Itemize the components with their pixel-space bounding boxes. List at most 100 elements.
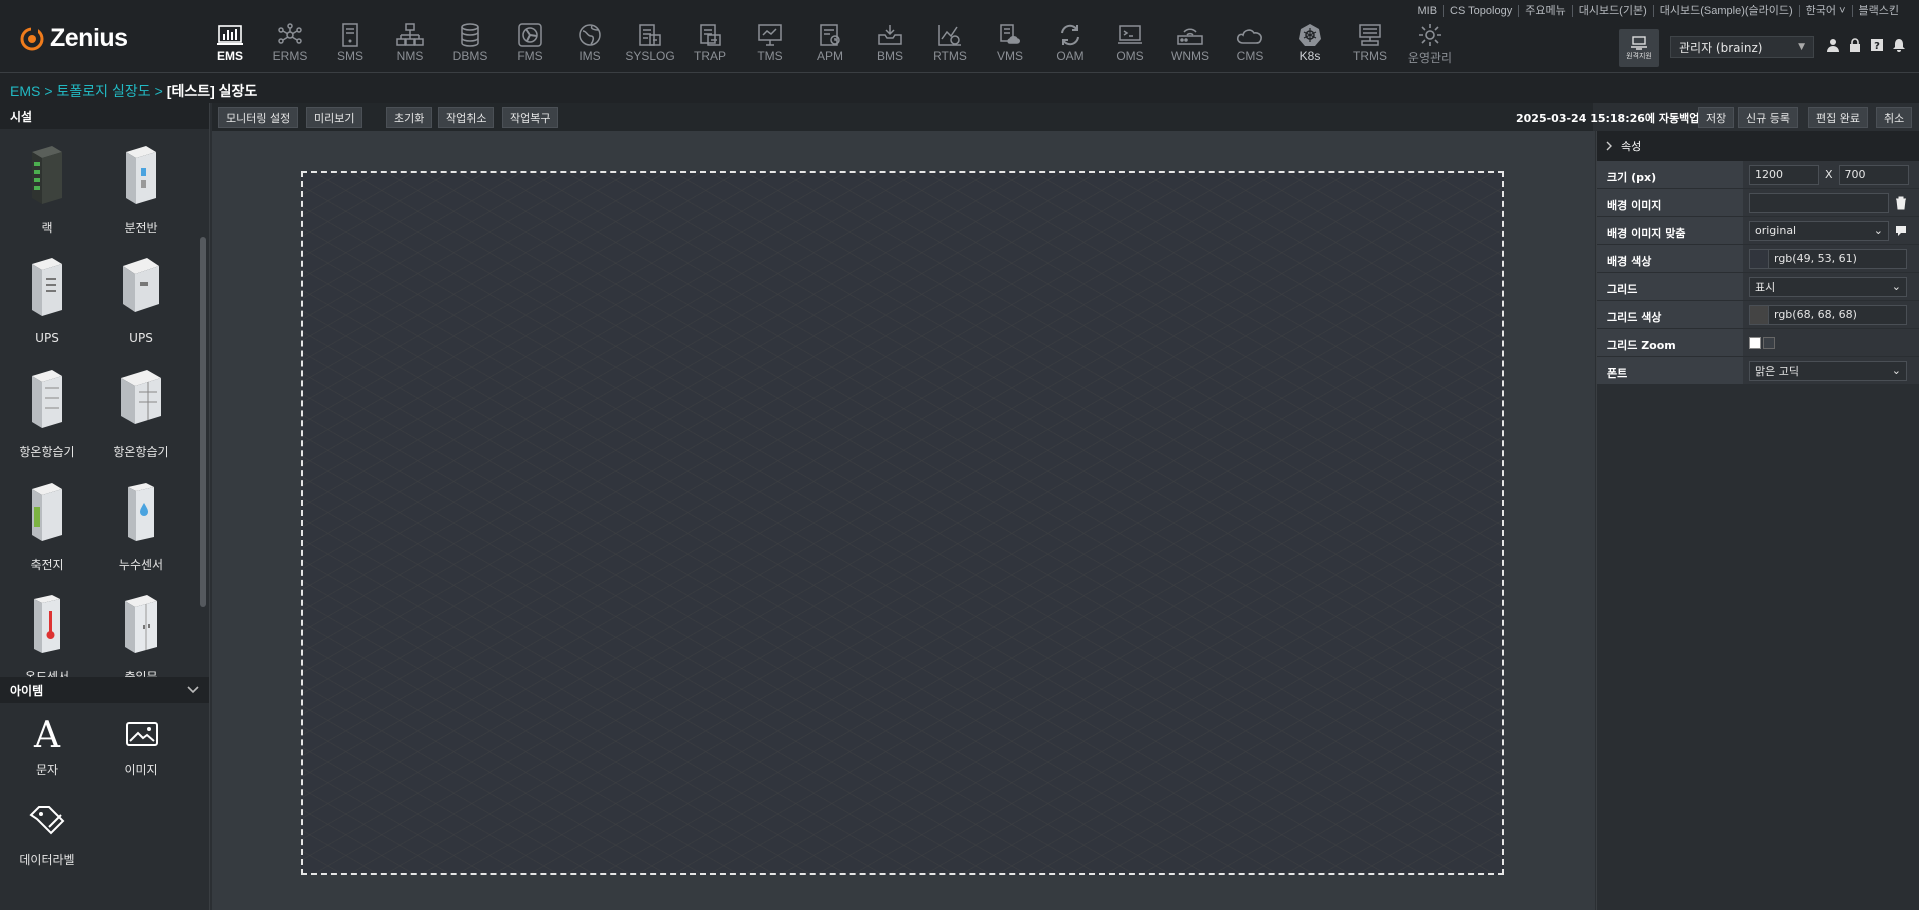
facility-ups-1[interactable]: UPS — [0, 251, 94, 361]
menu-apm[interactable]: APM — [800, 22, 860, 70]
bell-icon[interactable] — [1892, 38, 1906, 52]
editor-toolbar: 모니터링 설정 미리보기 초기화 작업취소 작업복구 2025-03-24 15… — [212, 103, 1709, 131]
grid-color-swatch[interactable] — [1749, 304, 1769, 325]
skin-select[interactable]: 블랙스킨 — [1853, 5, 1905, 17]
menu-erms[interactable]: ERMS — [260, 22, 320, 70]
font-select[interactable]: 맑은 고딕 ⌄ — [1749, 360, 1907, 381]
fan-icon — [516, 22, 544, 48]
menu-dbms[interactable]: DBMS — [440, 22, 500, 70]
user-icon[interactable] — [1826, 38, 1840, 52]
monitor-icon — [756, 22, 784, 48]
grid-select[interactable]: 표시 ⌄ — [1749, 276, 1907, 297]
menu-bms[interactable]: BMS — [860, 22, 920, 70]
page-title: [테스트] 실장도 — [166, 83, 258, 99]
width-input[interactable]: 1200 — [1749, 164, 1819, 185]
database-icon — [456, 22, 484, 48]
new-register-button[interactable]: 신규 등록 — [1738, 107, 1798, 128]
menu-sms[interactable]: SMS — [320, 22, 380, 70]
edit-done-button[interactable]: 편집 완료 — [1808, 107, 1868, 128]
menu-ims[interactable]: IMS — [560, 22, 620, 70]
menu-wnms[interactable]: WNMS — [1160, 22, 1220, 70]
height-input[interactable]: 700 — [1838, 164, 1909, 185]
zenius-logo[interactable]: Zenius — [20, 24, 128, 53]
prop-label: 배경 이미지 맞춤 — [1597, 217, 1743, 244]
remote-support-button[interactable]: 원격지원 — [1619, 29, 1659, 67]
menu-trms[interactable]: TRMS — [1340, 22, 1400, 70]
preview-button[interactable]: 미리보기 — [306, 107, 363, 128]
facility-battery[interactable]: 축전지 — [0, 476, 94, 586]
user-select[interactable]: 관리자 (brainz) ▼ — [1670, 36, 1814, 58]
menu-trap[interactable]: TRAP — [680, 22, 740, 70]
trms-icon — [1356, 22, 1384, 48]
trash-icon[interactable] — [1895, 196, 1907, 210]
facility-leak-sensor[interactable]: 누수센서 — [94, 476, 188, 586]
save-button[interactable]: 저장 — [1698, 107, 1735, 128]
monitor-setting-button[interactable]: 모니터링 설정 — [218, 107, 299, 128]
util-link-cs-topology[interactable]: CS Topology — [1444, 5, 1520, 17]
menu-fms[interactable]: FMS — [500, 22, 560, 70]
menu-cms[interactable]: CMS — [1220, 22, 1280, 70]
util-link-mib[interactable]: MIB — [1411, 5, 1445, 17]
logo-text: Zenius — [50, 24, 128, 52]
menu-rtms[interactable]: RTMS — [920, 22, 980, 70]
menu-vms[interactable]: VMS — [980, 22, 1040, 70]
util-link-main-menu[interactable]: 주요메뉴 — [1519, 5, 1573, 17]
menu-nms[interactable]: NMS — [380, 22, 440, 70]
prop-label: 크기 (px) — [1597, 161, 1743, 188]
facility-header: 시설 — [0, 103, 209, 129]
rack-icon — [25, 139, 69, 211]
item-header[interactable]: 아이템 — [0, 677, 209, 703]
undo-button[interactable]: 작업취소 — [438, 107, 495, 128]
facility-crac-1[interactable]: 항온항습기 — [0, 363, 94, 473]
util-link-dashboard-basic[interactable]: 대시보드(기본) — [1573, 5, 1654, 17]
layout-canvas[interactable] — [301, 171, 1504, 875]
item-data-label[interactable]: 데이터라벨 — [0, 803, 94, 893]
facility-distribution-board[interactable]: 분전반 — [94, 139, 188, 249]
menu-tms[interactable]: TMS — [740, 22, 800, 70]
battery-icon — [25, 476, 69, 548]
menu-oms[interactable]: OMS — [1100, 22, 1160, 70]
menu-oam[interactable]: OAM — [1040, 22, 1100, 70]
facility-ups-2[interactable]: UPS — [94, 251, 188, 361]
bg-color-input[interactable]: rgb(49, 53, 61) — [1769, 248, 1907, 269]
lock-icon[interactable] — [1848, 38, 1862, 52]
terminal-icon — [1116, 22, 1144, 48]
menu-ops[interactable]: 운영관리 — [1400, 22, 1460, 70]
item-image[interactable]: 이미지 — [94, 713, 188, 803]
facility-crac-2[interactable]: 항온항습기 — [94, 363, 188, 473]
bg-fit-select[interactable]: original ⌄ — [1749, 220, 1889, 241]
item-text[interactable]: A 문자 — [0, 713, 94, 803]
prop-size-row: 크기 (px) 1200 X 700 — [1597, 161, 1919, 189]
menu-label: BMS — [876, 49, 903, 63]
util-link-dashboard-sample[interactable]: 대시보드(Sample)(슬라이드) — [1654, 5, 1800, 17]
bg-color-swatch[interactable] — [1749, 248, 1769, 269]
facility-name: 항온항습기 — [19, 445, 75, 460]
facility-title: 시설 — [10, 109, 33, 124]
menu-k8s[interactable]: K8s — [1280, 22, 1340, 70]
grid-zoom-checkbox-alt[interactable] — [1763, 336, 1775, 349]
door-icon — [119, 588, 163, 660]
bg-image-input[interactable] — [1749, 192, 1889, 213]
grid-zoom-checkbox[interactable] — [1749, 336, 1761, 349]
properties-header[interactable]: 속성 — [1597, 131, 1919, 161]
menu-label: SMS — [336, 49, 363, 63]
language-select[interactable]: 한국어 ˅ — [1800, 5, 1853, 17]
facility-rack[interactable]: 랙 — [0, 139, 94, 249]
help-icon[interactable]: ? — [1870, 38, 1884, 52]
comment-icon[interactable] — [1895, 225, 1907, 237]
breadcrumb-topology[interactable]: 토폴로지 실장도 — [57, 83, 151, 99]
menu-label: RTMS — [933, 49, 967, 63]
menu-syslog[interactable]: SYSLOG — [620, 22, 680, 70]
prop-label: 그리드 Zoom — [1597, 329, 1743, 356]
redo-button[interactable]: 작업복구 — [502, 107, 559, 128]
facility-name: 분전반 — [124, 221, 158, 235]
cancel-button[interactable]: 취소 — [1876, 107, 1913, 128]
font-value: 맑은 고딕 — [1755, 364, 1799, 378]
facility-scrollbar[interactable] — [200, 237, 206, 607]
breadcrumb-ems[interactable]: EMS — [10, 83, 40, 99]
grid-color-input[interactable]: rgb(68, 68, 68) — [1769, 304, 1907, 325]
reset-button[interactable]: 초기화 — [386, 107, 433, 128]
item-name: 데이터라벨 — [19, 853, 75, 867]
cloud-icon — [1236, 22, 1264, 48]
menu-ems[interactable]: EMS — [200, 22, 260, 70]
